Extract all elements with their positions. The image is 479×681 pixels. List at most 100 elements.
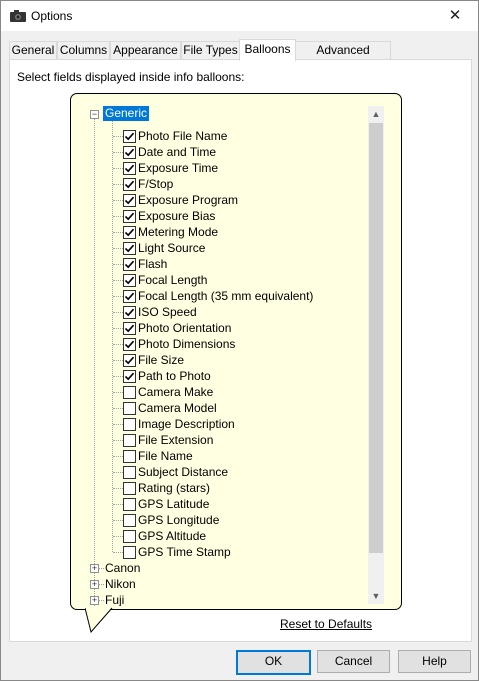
field-item-label[interactable]: Exposure Program (138, 192, 238, 208)
balloon-tail (85, 607, 113, 633)
checkbox-unchecked[interactable] (123, 434, 136, 447)
field-item-label[interactable]: Focal Length (35 mm equivalent) (138, 288, 313, 304)
scroll-up-icon[interactable]: ▲ (368, 106, 384, 122)
checkbox-checked[interactable] (123, 354, 136, 367)
checkbox-checked[interactable] (123, 306, 136, 319)
field-item-label[interactable]: GPS Altitude (138, 528, 206, 544)
tab-appearance[interactable]: Appearance (110, 41, 181, 60)
window-title: Options (31, 9, 73, 23)
tab-file-types[interactable]: File Types (181, 41, 240, 60)
tree-line (113, 232, 123, 233)
field-item-label[interactable]: Photo Dimensions (138, 336, 235, 352)
instruction-label: Select fields displayed inside info ball… (17, 70, 245, 84)
checkbox-unchecked[interactable] (123, 530, 136, 543)
field-item-label[interactable]: File Extension (138, 432, 213, 448)
title-bar: Options ✕ (1, 1, 478, 31)
field-item-label[interactable]: Metering Mode (138, 224, 218, 240)
checkbox-unchecked[interactable] (123, 386, 136, 399)
tree-line (113, 216, 123, 217)
tree-line (113, 296, 123, 297)
checkbox-checked[interactable] (123, 146, 136, 159)
tree-group-nikon[interactable]: Nikon (105, 576, 136, 592)
checkbox-checked[interactable] (123, 338, 136, 351)
field-item-label[interactable]: Exposure Time (138, 160, 218, 176)
reset-to-defaults-link[interactable]: Reset to Defaults (280, 617, 372, 631)
field-item-label[interactable]: Photo File Name (138, 128, 227, 144)
checkbox-unchecked[interactable] (123, 514, 136, 527)
tree-line (113, 264, 123, 265)
expand-collapse-icon[interactable]: − (90, 110, 99, 119)
tree-scrollbar[interactable]: ▲ ▼ (368, 106, 384, 604)
tree-line (113, 488, 123, 489)
field-item-label[interactable]: File Name (138, 448, 193, 464)
checkbox-unchecked[interactable] (123, 466, 136, 479)
field-item-label[interactable]: Light Source (138, 240, 205, 256)
checkbox-checked[interactable] (123, 370, 136, 383)
tree-line (94, 119, 95, 606)
field-item-label[interactable]: Photo Orientation (138, 320, 231, 336)
checkbox-checked[interactable] (123, 162, 136, 175)
field-tree[interactable]: − Photo File Name Date and Time Exposure Ti… (88, 106, 368, 606)
tree-root-generic[interactable]: Generic (101, 105, 151, 122)
tree-line (113, 184, 123, 185)
field-item-label[interactable]: File Size (138, 352, 184, 368)
scroll-thumb[interactable] (369, 123, 383, 553)
field-item-label[interactable]: GPS Longitude (138, 512, 219, 528)
field-item-label[interactable]: Image Description (138, 416, 235, 432)
tab-columns[interactable]: Columns (57, 41, 110, 60)
checkbox-unchecked[interactable] (123, 450, 136, 463)
tab-balloons[interactable]: Balloons (239, 39, 296, 61)
field-item-label[interactable]: GPS Latitude (138, 496, 209, 512)
field-item-label[interactable]: Date and Time (138, 144, 216, 160)
tree-line (113, 200, 123, 201)
checkbox-unchecked[interactable] (123, 546, 136, 559)
tab-general[interactable]: General (9, 41, 57, 60)
field-item-label[interactable]: Focal Length (138, 272, 207, 288)
checkbox-unchecked[interactable] (123, 418, 136, 431)
checkbox-checked[interactable] (123, 322, 136, 335)
expand-icon[interactable]: + (90, 580, 99, 589)
checkbox-checked[interactable] (123, 290, 136, 303)
field-item-label[interactable]: Rating (stars) (138, 480, 210, 496)
help-button[interactable]: Help (398, 650, 471, 673)
tree-line (113, 456, 123, 457)
tree-line (113, 536, 123, 537)
cancel-button[interactable]: Cancel (317, 650, 390, 673)
field-item-label[interactable]: Camera Make (138, 384, 213, 400)
field-item-label[interactable]: ISO Speed (138, 304, 197, 320)
field-item-label[interactable]: GPS Time Stamp (138, 544, 231, 560)
field-item-label[interactable]: Path to Photo (138, 368, 211, 384)
tree-line (113, 328, 123, 329)
checkbox-checked[interactable] (123, 178, 136, 191)
tree-line (113, 168, 123, 169)
close-button[interactable]: ✕ (433, 2, 477, 30)
checkbox-checked[interactable] (123, 210, 136, 223)
checkbox-checked[interactable] (123, 242, 136, 255)
field-item-label[interactable]: F/Stop (138, 176, 173, 192)
scroll-down-icon[interactable]: ▼ (368, 588, 384, 604)
tree-line (113, 280, 123, 281)
tree-line (113, 504, 123, 505)
tree-group-canon[interactable]: Canon (105, 560, 140, 576)
ok-button[interactable]: OK (236, 650, 311, 675)
tab-advanced-settings[interactable]: Advanced Settings (295, 41, 391, 74)
field-item-label[interactable]: Camera Model (138, 400, 217, 416)
checkbox-checked[interactable] (123, 130, 136, 143)
field-item-label[interactable]: Subject Distance (138, 464, 228, 480)
checkbox-unchecked[interactable] (123, 402, 136, 415)
tree-line (113, 440, 123, 441)
checkbox-unchecked[interactable] (123, 482, 136, 495)
expand-icon[interactable]: + (90, 596, 99, 605)
tree-line (113, 376, 123, 377)
checkbox-checked[interactable] (123, 194, 136, 207)
field-item-label[interactable]: Flash (138, 256, 167, 272)
tree-group-fuji[interactable]: Fuji (105, 592, 124, 606)
checkbox-checked[interactable] (123, 226, 136, 239)
expand-icon[interactable]: + (90, 564, 99, 573)
field-item-label[interactable]: Exposure Bias (138, 208, 215, 224)
checkbox-unchecked[interactable] (123, 498, 136, 511)
tree-line (113, 424, 123, 425)
checkbox-checked[interactable] (123, 258, 136, 271)
tree-line (113, 472, 123, 473)
checkbox-checked[interactable] (123, 274, 136, 287)
